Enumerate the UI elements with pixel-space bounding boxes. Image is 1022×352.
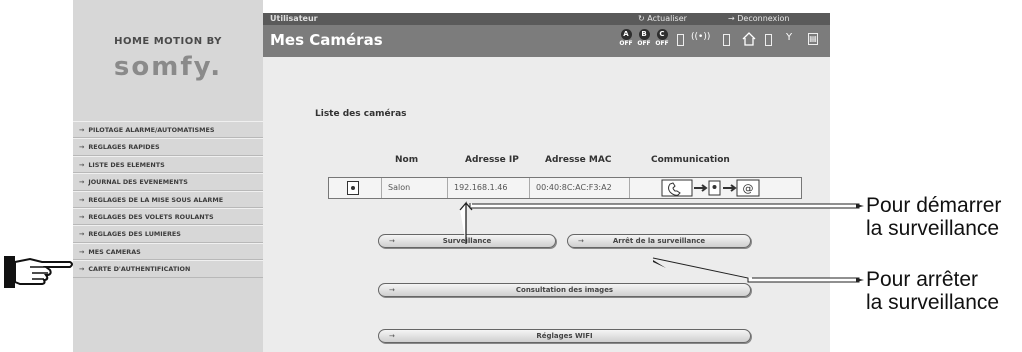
annotation-stop: Pour arrêter la surveillance (866, 268, 999, 314)
annotation-start: Pour démarrer la surveillance (866, 194, 1001, 240)
annotation-stop-line1: Pour arrêter (866, 268, 979, 291)
annotation-start-line1: Pour démarrer (866, 194, 1002, 217)
annotation-stop-line2: la surveillance (866, 291, 1000, 314)
annotation-start-line2: la surveillance (866, 217, 1000, 240)
